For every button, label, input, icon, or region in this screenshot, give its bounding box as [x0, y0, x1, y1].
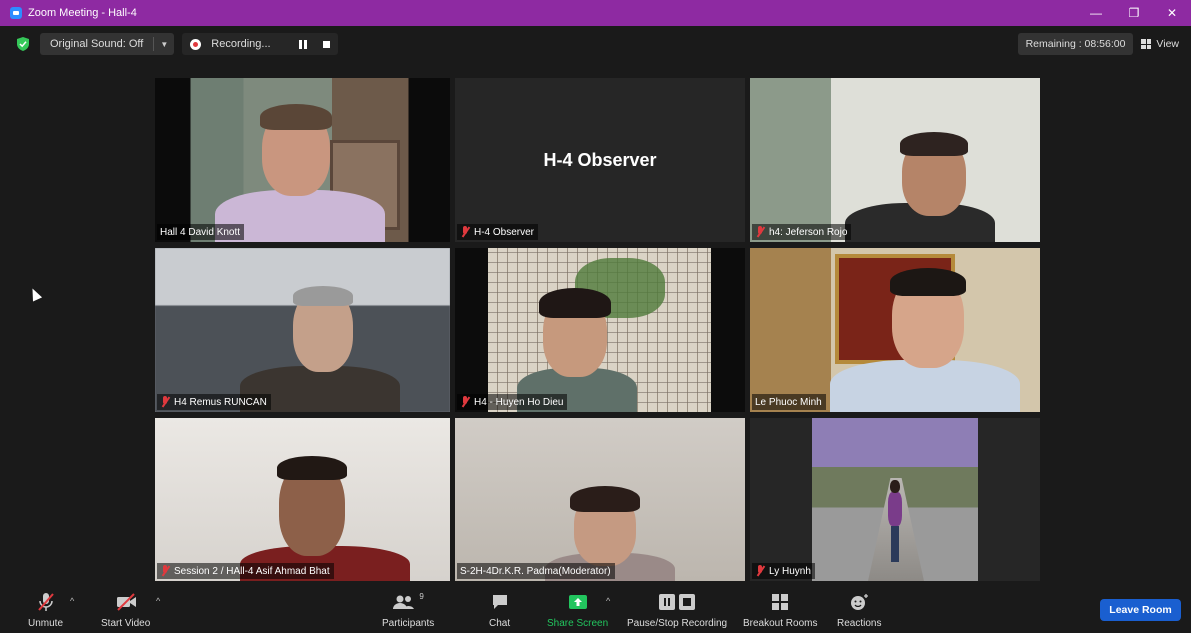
participant-name: H-4 Observer [474, 226, 535, 238]
person-hair [890, 268, 966, 296]
pause-recording-icon[interactable] [298, 39, 307, 49]
recording-label: Recording... [211, 38, 271, 50]
participant-nameplate: Hall 4 David Knott [157, 224, 245, 240]
meeting-controls-bar: Unmute ^ Start Video ^ 9 Participants Ch… [0, 584, 1191, 633]
video-tile-jeferson-rojo[interactable]: h4: Jeferson Rojo [750, 78, 1040, 242]
participants-count: 9 [419, 592, 424, 601]
video-off-icon [115, 592, 137, 612]
remaining-time-badge: Remaining : 08:56:00 [1017, 33, 1134, 55]
person-head [890, 480, 900, 493]
breakout-rooms-label: Breakout Rooms [743, 618, 818, 629]
participant-name: Ly Huynh [769, 565, 811, 577]
unmute-button[interactable]: Unmute [28, 592, 63, 629]
grid-view-icon [1141, 39, 1152, 49]
unmute-label: Unmute [28, 618, 64, 629]
chat-icon [491, 592, 509, 612]
participants-label: Participants [382, 618, 435, 629]
person [888, 492, 902, 526]
video-tile-asif-ahmad-bhat[interactable]: Session 2 / HAll-4 Asif Ahmad Bhat [155, 418, 450, 581]
share-screen-button[interactable]: Share Screen [547, 592, 608, 629]
chat-label: Chat [489, 618, 511, 629]
zoom-meeting-window: Zoom Meeting - Hall-4 — ❐ ✕ Original Sou… [0, 0, 1191, 633]
title-bar: Zoom Meeting - Hall-4 — ❐ ✕ [0, 0, 1191, 26]
mic-muted-icon [37, 592, 55, 612]
person-legs [891, 526, 899, 562]
original-sound-button[interactable]: Original Sound: Off ▼ [40, 33, 175, 55]
stop-recording-icon[interactable] [322, 40, 330, 48]
person-hair [260, 104, 332, 130]
person-hair [539, 288, 611, 318]
mic-muted-icon [160, 396, 170, 408]
participant-nameplate: Session 2 / HAll-4 Asif Ahmad Bhat [157, 563, 334, 579]
participant-nameplate: H4 - Huyen Ho Dieu [457, 394, 568, 410]
start-video-label: Start Video [101, 618, 151, 629]
participant-nameplate: S-2H-4Dr.K.R. Padma(Moderator) [457, 563, 615, 579]
person-hair [293, 286, 353, 306]
participant-nameplate: Ly Huynh [752, 563, 815, 579]
chevron-up-icon[interactable]: ^ [606, 596, 610, 606]
window-title: Zoom Meeting - Hall-4 [28, 7, 137, 19]
original-sound-label: Original Sound: Off [50, 38, 144, 50]
participant-name: S-2H-4Dr.K.R. Padma(Moderator) [460, 565, 611, 577]
pause-stop-label: Pause/Stop Recording [627, 618, 728, 629]
participant-name: H4 - Huyen Ho Dieu [474, 396, 564, 408]
chat-button[interactable]: Chat [489, 592, 510, 629]
security-shield-icon[interactable] [16, 37, 30, 51]
video-tile-h4-observer[interactable]: H-4 Observer H-4 Observer [455, 78, 745, 242]
participants-button[interactable]: 9 Participants [382, 592, 434, 629]
mic-muted-icon [460, 226, 470, 238]
video-tile-le-phuoc-minh[interactable]: Le Phuoc Minh [750, 248, 1040, 412]
observer-center-label: H-4 Observer [543, 150, 657, 170]
participant-name: Le Phuoc Minh [755, 396, 822, 408]
reactions-icon [849, 592, 869, 612]
participant-nameplate: H-4 Observer [457, 224, 539, 240]
recording-indicator: Recording... [182, 33, 338, 55]
view-button[interactable]: View [1141, 38, 1179, 50]
pause-stop-recording-button[interactable]: Pause/Stop Recording [627, 592, 727, 629]
start-video-button[interactable]: Start Video [101, 592, 150, 629]
participant-name: Hall 4 David Knott [160, 226, 241, 238]
close-button[interactable]: ✕ [1153, 0, 1191, 26]
video-tile-david-knott[interactable]: Hall 4 David Knott [155, 78, 450, 242]
participant-name: Session 2 / HAll-4 Asif Ahmad Bhat [174, 565, 330, 577]
chevron-up-icon[interactable]: ^ [156, 596, 160, 606]
leave-room-button[interactable]: Leave Room [1100, 599, 1181, 621]
participant-name: h4: Jeferson Rojo [769, 226, 848, 238]
participant-nameplate: Le Phuoc Minh [752, 394, 826, 410]
reactions-button[interactable]: Reactions [837, 592, 881, 629]
participant-nameplate: h4: Jeferson Rojo [752, 224, 852, 240]
mic-muted-icon [755, 226, 765, 238]
restore-button[interactable]: ❐ [1115, 0, 1153, 26]
share-screen-label: Share Screen [547, 618, 609, 629]
video-tile-remus-runcan[interactable]: H4 Remus RUNCAN [155, 248, 450, 412]
mic-muted-icon [460, 396, 470, 408]
breakout-rooms-button[interactable]: Breakout Rooms [743, 592, 817, 629]
video-tile-kr-padma[interactable]: S-2H-4Dr.K.R. Padma(Moderator) [455, 418, 745, 581]
mic-muted-icon [755, 565, 765, 577]
pause-stop-icon [657, 592, 697, 612]
video-tile-huyen-ho-dieu[interactable]: H4 - Huyen Ho Dieu [455, 248, 745, 412]
divider [153, 37, 155, 51]
participants-icon: 9 [392, 592, 424, 612]
chevron-down-icon[interactable]: ▼ [160, 40, 168, 49]
reactions-label: Reactions [837, 618, 882, 629]
participant-nameplate: H4 Remus RUNCAN [157, 394, 271, 410]
person-hair [900, 132, 968, 156]
mouse-cursor-icon [27, 286, 43, 302]
person-hair [277, 456, 347, 480]
person-hair [570, 486, 640, 512]
breakout-rooms-icon [771, 592, 789, 612]
remaining-time-label: Remaining : 08:56:00 [1025, 38, 1126, 50]
minimize-button[interactable]: — [1077, 0, 1115, 26]
participant-name: H4 Remus RUNCAN [174, 396, 267, 408]
zoom-app-icon [10, 7, 22, 19]
share-screen-icon [568, 592, 588, 612]
view-label: View [1156, 38, 1179, 50]
meeting-top-bar: Original Sound: Off ▼ Recording... Remai… [0, 28, 1191, 60]
chevron-up-icon[interactable]: ^ [70, 596, 74, 606]
mic-muted-icon [160, 565, 170, 577]
video-tile-ly-huynh[interactable]: Ly Huynh [750, 418, 1040, 581]
recording-dot-icon [190, 38, 202, 50]
